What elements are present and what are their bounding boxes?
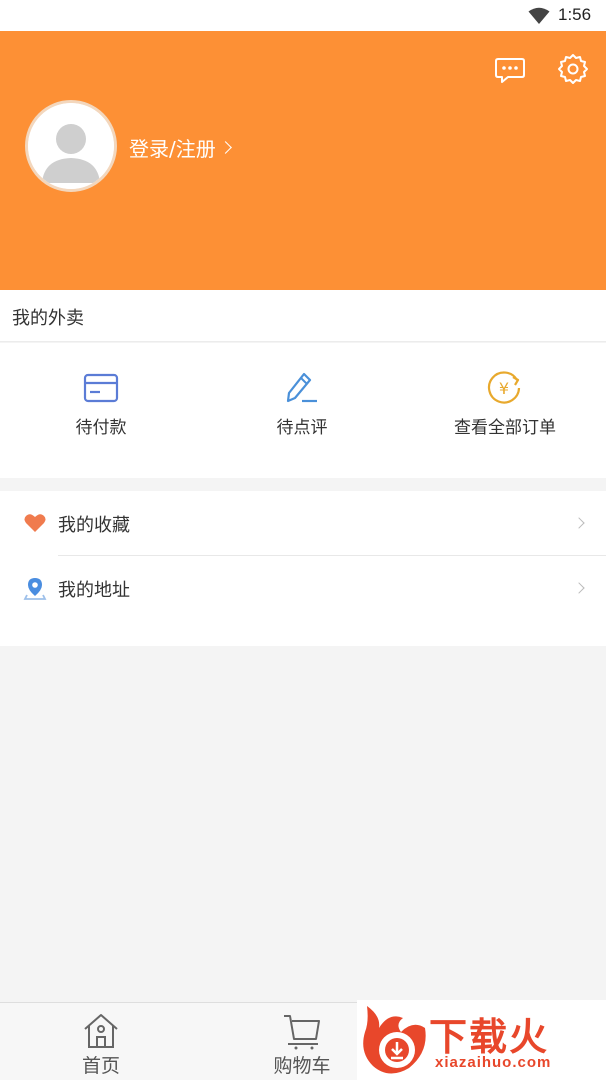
flame-logo-icon xyxy=(363,1006,426,1074)
login-register-link[interactable]: 登录/注册 xyxy=(129,133,232,162)
chevron-right-icon xyxy=(573,582,585,594)
order-label: 待点评 xyxy=(276,418,328,438)
home-icon xyxy=(84,1014,118,1048)
section-title-bar: 我的外卖 xyxy=(0,290,606,342)
yen-refresh-icon: ¥ xyxy=(487,371,521,404)
menu-list: 我的收藏 我的地址 xyxy=(0,491,606,646)
watermark-domain: xiazaihuo.com xyxy=(435,1054,552,1071)
chevron-right-icon xyxy=(573,517,585,529)
wifi-icon xyxy=(528,7,550,24)
tab-home[interactable]: 首页 xyxy=(41,1011,161,1078)
watermark: 下载火 xiazaihuo.com xyxy=(357,1000,606,1080)
status-time: 1:56 xyxy=(558,5,592,24)
watermark-brand: 下载火 xyxy=(429,1015,550,1059)
tab-cart[interactable]: 购物车 xyxy=(242,1011,362,1078)
menu-item-label: 我的收藏 xyxy=(58,515,130,536)
gear-icon[interactable] xyxy=(557,53,589,85)
order-pending-payment[interactable]: 待付款 xyxy=(21,371,181,438)
tab-label: 购物车 xyxy=(273,1055,331,1077)
pen-icon xyxy=(286,372,317,403)
order-label: 查看全部订单 xyxy=(454,418,556,438)
menu-item-favorites[interactable]: 我的收藏 xyxy=(0,491,606,555)
svg-text:¥: ¥ xyxy=(499,379,509,398)
cart-icon xyxy=(284,1015,320,1050)
menu-item-address[interactable]: 我的地址 xyxy=(0,556,606,620)
section-title: 我的外卖 xyxy=(12,308,84,329)
message-icon[interactable] xyxy=(494,53,526,85)
tab-label: 首页 xyxy=(81,1055,120,1077)
menu-item-label: 我的地址 xyxy=(58,580,130,601)
default-avatar-icon xyxy=(28,103,114,189)
order-view-all[interactable]: ¥ 查看全部订单 xyxy=(425,371,585,438)
card-icon xyxy=(83,373,119,403)
status-bar: 1:56 xyxy=(0,0,606,31)
location-pin-icon xyxy=(23,578,47,600)
login-register-label: 登录/注册 xyxy=(129,137,216,161)
order-label: 待付款 xyxy=(75,418,127,438)
chevron-right-icon xyxy=(218,141,232,154)
heart-icon xyxy=(24,514,46,532)
order-shortcuts: 待付款 待点评 ¥ 查看全部订单 xyxy=(0,343,606,478)
profile-header: 登录/注册 xyxy=(0,31,606,290)
order-pending-review[interactable]: 待点评 xyxy=(222,371,382,438)
avatar[interactable] xyxy=(25,100,117,192)
